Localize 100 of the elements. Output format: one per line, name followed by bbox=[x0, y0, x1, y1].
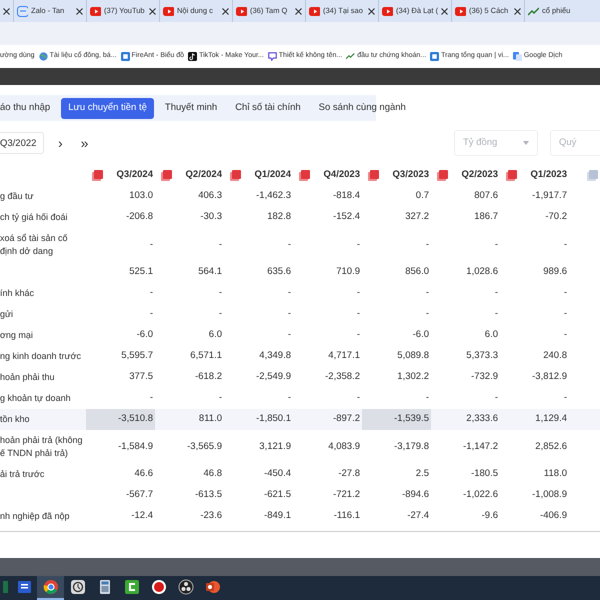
document-icon[interactable] bbox=[436, 170, 448, 180]
table-cell-text: -6.0 bbox=[136, 328, 154, 342]
table-cell-text: 240.8 bbox=[542, 349, 568, 364]
table-cell-text: -849.1 bbox=[263, 509, 292, 524]
table-cell-text: 564.1 bbox=[197, 265, 223, 280]
table-cell-text: -450.4 bbox=[263, 467, 292, 482]
document-icon[interactable] bbox=[160, 170, 172, 180]
table-cell-text: -1,584.9 bbox=[117, 440, 154, 454]
caret-icon bbox=[523, 141, 529, 145]
table-cell-text: 1,129.4 bbox=[534, 412, 568, 426]
row-label: ơng mại bbox=[0, 329, 33, 342]
table-cell-text: 46.6 bbox=[134, 467, 154, 482]
row-label: ch tỷ giá hối đoái bbox=[0, 211, 68, 224]
table-cell-text: 182.8 bbox=[266, 210, 292, 224]
document-icon[interactable] bbox=[92, 170, 103, 180]
table-cell-text: -406.9 bbox=[539, 509, 568, 524]
table-cell-text: 635.6 bbox=[266, 265, 292, 280]
table-cell-text: 327.2 bbox=[404, 210, 430, 224]
table-cell-text: - bbox=[286, 328, 292, 342]
column-header: Q2/2023 bbox=[462, 168, 498, 182]
clock-app-icon bbox=[70, 579, 86, 595]
column-header: Q3/2024 bbox=[116, 168, 153, 182]
close-icon bbox=[222, 8, 229, 14]
table-cell-text: -1,850.1 bbox=[255, 412, 292, 426]
column-header: Q1/2023 bbox=[530, 168, 567, 182]
table-cell-text: - bbox=[562, 307, 568, 322]
table-cell-text: 4,349.8 bbox=[258, 349, 292, 364]
table-cell-text: -732.9 bbox=[470, 370, 499, 384]
table-cell-text: -618.2 bbox=[194, 370, 223, 384]
table-cell-text: -116.1 bbox=[332, 509, 361, 524]
table-cell-text: -818.4 bbox=[332, 189, 361, 204]
report-tab[interactable]: Chỉ số tài chính bbox=[228, 98, 308, 118]
app-icon bbox=[120, 52, 130, 61]
close-icon bbox=[3, 8, 10, 14]
browser-tab[interactable] bbox=[0, 0, 14, 22]
table-cell-text: - bbox=[218, 238, 223, 252]
table-cell-text: 811.0 bbox=[198, 412, 223, 426]
table-cell-text: -9.6 bbox=[480, 509, 499, 524]
table-cell-text: 103.0 bbox=[128, 189, 154, 204]
row-label: ính khác bbox=[0, 287, 34, 300]
chat-bubble-icon bbox=[17, 6, 28, 16]
report-tab[interactable]: áo thu nhập bbox=[0, 98, 58, 118]
table-cell-text: 807.6 bbox=[473, 189, 499, 204]
table-cell-text: 2,852.6 bbox=[534, 440, 568, 454]
document-icon[interactable] bbox=[298, 170, 310, 180]
table-cell-text: 5,089.8 bbox=[396, 349, 430, 364]
table-cell-text: - bbox=[356, 238, 361, 252]
table-cell-text: 46.8 bbox=[202, 467, 223, 482]
row-label: hoản phải trả (không ế TNDN phải trả) bbox=[0, 434, 84, 460]
period-field[interactable]: Q3/2022 bbox=[0, 132, 44, 154]
row-label: g khoản tự doanh bbox=[0, 392, 71, 405]
trend-icon bbox=[528, 6, 539, 16]
table-cell-text: -2,549.9 bbox=[255, 370, 292, 384]
table-cell-text: -1,022.6 bbox=[462, 488, 499, 502]
nav-button[interactable]: › bbox=[58, 136, 63, 150]
report-tab[interactable]: Thuyết minh bbox=[158, 98, 224, 118]
table-cell-text: -894.6 bbox=[401, 488, 430, 502]
report-tab[interactable]: So sánh cùng ngành bbox=[312, 98, 413, 118]
table-cell-text: - bbox=[562, 391, 568, 406]
table-cell-text: - bbox=[562, 286, 568, 300]
table-cell-text: 2,333.6 bbox=[465, 412, 499, 426]
table-cell-text: -12.4 bbox=[130, 509, 154, 524]
document-icon[interactable] bbox=[368, 170, 379, 180]
table-cell: -1,539.5 bbox=[362, 409, 431, 430]
table-cell-text: - bbox=[218, 286, 223, 300]
table-cell-text: -621.5 bbox=[263, 488, 292, 502]
table-cell-text: - bbox=[494, 307, 499, 322]
taskbar-button[interactable] bbox=[37, 576, 64, 600]
table-cell-text: 4,717.1 bbox=[327, 349, 361, 364]
youtube-play-icon bbox=[163, 6, 174, 16]
table-cell-text: 1,302.2 bbox=[396, 370, 430, 384]
table-cell-text: 5,373.3 bbox=[465, 349, 499, 364]
table-cell-text: 377.5 bbox=[128, 370, 154, 384]
row-label: ng kinh doanh trước bbox=[0, 350, 81, 363]
spreadsheet-app-icon bbox=[2, 581, 8, 593]
document-icon[interactable] bbox=[506, 170, 517, 180]
table-cell-text: -70.2 bbox=[544, 210, 568, 224]
document-icon[interactable] bbox=[230, 170, 241, 180]
obs-app-icon bbox=[178, 579, 194, 595]
table-cell-text: -180.5 bbox=[470, 467, 499, 482]
close-icon bbox=[441, 8, 448, 14]
report-tab[interactable]: Lưu chuyển tiền tệ bbox=[61, 98, 154, 118]
row-label: hoản phải thu bbox=[0, 371, 55, 384]
table-cell-text: 6,571.1 bbox=[189, 349, 223, 364]
close-icon bbox=[76, 8, 83, 14]
table-cell-text: - bbox=[148, 238, 154, 252]
table-cell-text: 406.3 bbox=[197, 189, 223, 204]
table-cell-text: -721.2 bbox=[332, 488, 361, 502]
youtube-play-icon bbox=[382, 6, 393, 16]
table-cell-text: - bbox=[494, 286, 499, 300]
table-cell-text: - bbox=[424, 391, 430, 406]
youtube-play-icon bbox=[309, 6, 320, 16]
note-icon bbox=[188, 52, 198, 61]
table-cell-text: 118.0 bbox=[542, 467, 568, 482]
table-cell-text: -206.8 bbox=[125, 210, 154, 224]
table-cell-text: -152.4 bbox=[332, 210, 361, 224]
nav-button[interactable]: » bbox=[80, 136, 88, 150]
record-icon bbox=[150, 579, 166, 595]
browser-app-icon bbox=[42, 579, 58, 595]
table-cell-text: - bbox=[148, 391, 154, 406]
